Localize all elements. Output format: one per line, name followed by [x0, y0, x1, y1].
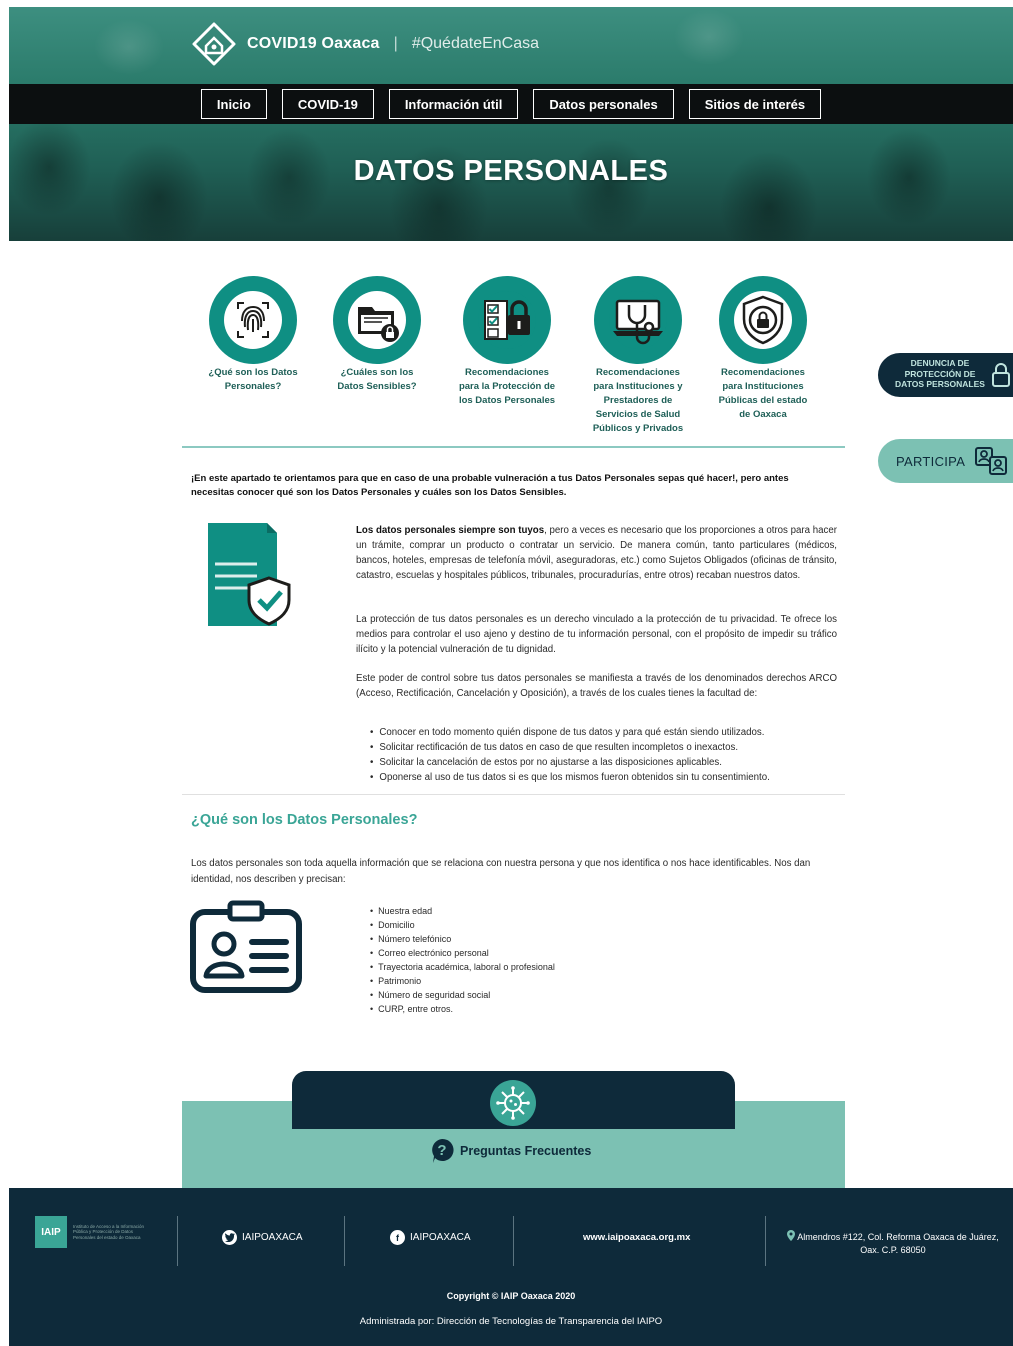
house-diamond-logo-icon — [192, 22, 236, 66]
topic-circle — [719, 276, 807, 364]
brand-hashtag: #QuédateEnCasa — [411, 35, 540, 52]
twitter-handle: IAIPOAXACA — [242, 1232, 303, 1243]
folder-lock-icon — [348, 291, 406, 349]
iaip-logo-mark: IAIP — [35, 1216, 67, 1248]
id-card-icon — [190, 900, 302, 993]
footer-divider — [344, 1216, 345, 1266]
address: Almendros #122, Col. Reforma Oaxaca de J… — [779, 1230, 1007, 1257]
topic-datos-sensibles[interactable]: ¿Cuáles son los Datos Sensibles? — [317, 276, 437, 394]
nav-datos-personales[interactable]: Datos personales — [533, 89, 674, 119]
topic-label: ¿Cuáles son los Datos Sensibles? — [337, 367, 417, 392]
hero-banner: COVID19 Oaxaca | #QuédateEnCasa Inicio C… — [9, 7, 1013, 241]
intro-text: ¡En este apartado te orientamos para que… — [191, 473, 789, 498]
section-divider — [182, 446, 845, 448]
brand[interactable]: COVID19 Oaxaca | #QuédateEnCasa — [191, 19, 539, 69]
footer-divider — [513, 1216, 514, 1266]
section-title: ¿Qué son los Datos Personales? — [191, 812, 418, 828]
list-item: Correo electrónico personal — [370, 946, 555, 960]
topic-circle — [333, 276, 421, 364]
list-item: CURP, entre otros. — [370, 1002, 555, 1016]
stethoscope-laptop-icon — [609, 291, 667, 349]
facebook-handle: IAIPOAXACA — [410, 1232, 471, 1243]
list-item: Solicitar rectificación de tus datos en … — [370, 740, 770, 755]
faq-label: Preguntas Frecuentes — [460, 1144, 592, 1158]
topic-recomendaciones-proteccion[interactable]: Recomendaciones para la Protección de lo… — [447, 276, 567, 408]
topic-label: ¿Qué son los Datos Personales? — [208, 367, 298, 392]
copyright: Copyright © IAIP Oaxaca 2020 — [446, 1291, 576, 1301]
section-text: Los datos personales son toda aquella in… — [191, 858, 811, 885]
facebook-icon: f — [390, 1230, 405, 1245]
footer: IAIP Instituto de Acceso a la Informació… — [9, 1188, 1013, 1346]
topic-label: Recomendaciones para Instituciones y Pre… — [592, 367, 684, 434]
facebook-link[interactable]: f IAIPOAXACA — [390, 1230, 471, 1245]
topic-que-son-datos[interactable]: ¿Qué son los Datos Personales? — [193, 276, 313, 394]
section-divider — [182, 794, 845, 795]
map-pin-icon — [787, 1230, 796, 1241]
topic-label: Recomendaciones para la Protección de lo… — [458, 367, 556, 406]
personal-data-list: Nuestra edad Domicilio Número telefónico… — [370, 904, 555, 1016]
topic-circle — [594, 276, 682, 364]
administered-by: Administrada por: Dirección de Tecnologí… — [359, 1316, 663, 1327]
faq-link[interactable]: ? Preguntas Frecuentes — [430, 1138, 591, 1164]
paragraph-datos-tuyos: Los datos personales siempre son tuyos, … — [356, 523, 837, 583]
list-item: Nuestra edad — [370, 904, 555, 918]
iaip-logo[interactable]: IAIP Instituto de Acceso a la Informació… — [35, 1216, 153, 1248]
paragraph-derechos-arco: Este poder de control sobre tus datos pe… — [356, 673, 837, 699]
twitter-icon — [222, 1230, 237, 1245]
arco-rights-list: Conocer en todo momento quién dispone de… — [370, 725, 770, 785]
list-item: Número de seguridad social — [370, 988, 555, 1002]
page-title: DATOS PERSONALES — [353, 155, 669, 187]
fingerprint-icon — [224, 291, 282, 349]
list-item: Domicilio — [370, 918, 555, 932]
list-item: Oponerse al uso de tus datos si es que l… — [370, 770, 769, 785]
people-chat-icon — [975, 447, 1007, 475]
nav-sitios-de-interes[interactable]: Sitios de interés — [688, 89, 822, 119]
topic-circle — [463, 276, 551, 364]
denuncia-label: DENUNCIA DE PROTECCIÓN DE DATOS PERSONAL… — [895, 358, 985, 389]
twitter-link[interactable]: IAIPOAXACA — [222, 1230, 303, 1245]
denuncia-tab[interactable]: DENUNCIA DE PROTECCIÓN DE DATOS PERSONAL… — [878, 353, 1013, 397]
topic-recomendaciones-salud[interactable]: Recomendaciones para Instituciones y Pre… — [578, 276, 698, 436]
brand-title: COVID19 Oaxaca — [247, 35, 380, 52]
lock-icon — [992, 363, 1010, 387]
virus-icon — [490, 1080, 536, 1126]
topic-label: Recomendaciones para Instituciones Públi… — [718, 367, 808, 420]
list-item: Patrimonio — [370, 974, 555, 988]
nav-covid19[interactable]: COVID-19 — [281, 89, 374, 119]
paragraph-bold-lead: Los datos personales siempre son tuyos — [356, 525, 545, 536]
paragraph-proteccion: La protección de tus datos personales es… — [356, 614, 837, 655]
nav-inicio[interactable]: Inicio — [200, 89, 267, 119]
list-item: Solicitar la cancelación de estos por no… — [370, 755, 770, 770]
footer-divider — [177, 1216, 178, 1266]
list-item: Número telefónico — [370, 932, 555, 946]
nav-informacion-util[interactable]: Información útil — [388, 89, 519, 119]
list-item: Trayectoria académica, laboral o profesi… — [370, 960, 555, 974]
checklist-lock-icon — [478, 291, 536, 349]
participa-label: PARTICIPA — [896, 454, 966, 469]
svg-text:?: ? — [437, 1142, 446, 1159]
shield-lock-icon — [734, 291, 792, 349]
footer-divider — [765, 1216, 766, 1266]
main-navigation: Inicio COVID-19 Información útil Datos p… — [9, 84, 1013, 124]
question-bubble-icon: ? — [432, 1138, 454, 1163]
topic-circle — [209, 276, 297, 364]
list-item: Conocer en todo momento quién dispone de… — [370, 725, 770, 740]
brand-separator: | — [393, 35, 398, 52]
iaip-logo-text: Instituto de Acceso a la Información Púb… — [73, 1223, 145, 1240]
participa-tab[interactable]: PARTICIPA — [878, 439, 1013, 483]
topic-recomendaciones-instituciones[interactable]: Recomendaciones para Instituciones Públi… — [703, 276, 823, 422]
document-shield-icon — [208, 523, 291, 626]
address-text: Almendros #122, Col. Reforma Oaxaca de J… — [797, 1232, 999, 1255]
website-link[interactable]: www.iaipoaxaca.org.mx — [583, 1232, 690, 1243]
